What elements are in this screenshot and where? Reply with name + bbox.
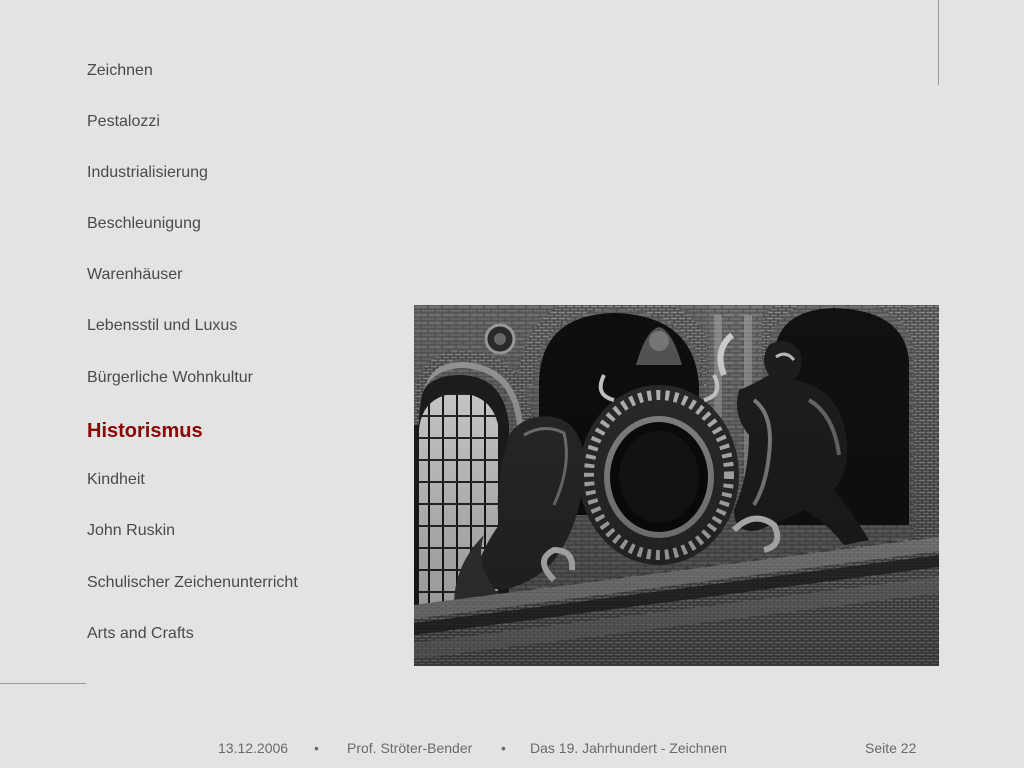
nav-item-pestalozzi[interactable]: Pestalozzi	[87, 112, 160, 132]
top-right-divider	[938, 0, 939, 85]
nav-item-kindheit[interactable]: Kindheit	[87, 470, 145, 490]
nav-item-zeichnen[interactable]: Zeichnen	[87, 61, 153, 81]
nav-item-lebensstil-und-luxus[interactable]: Lebensstil und Luxus	[87, 316, 237, 336]
historism-facade-photo	[414, 305, 939, 666]
footer-separator: •	[501, 740, 506, 756]
nav-item-beschleunigung[interactable]: Beschleunigung	[87, 214, 201, 234]
nav-item-schulischer-zeichenunterricht[interactable]: Schulischer Zeichenunterricht	[87, 573, 298, 593]
footer-date: 13.12.2006	[218, 740, 289, 756]
nav-item-historismus-active[interactable]: Historismus	[87, 419, 203, 443]
footer-separator: •	[314, 740, 319, 756]
nav-item-industrialisierung[interactable]: Industrialisierung	[87, 163, 208, 183]
footer-page-number: Seite 22	[865, 740, 917, 756]
footer-author: Prof. Ströter-Bender	[347, 740, 473, 756]
nav-item-john-ruskin[interactable]: John Ruskin	[87, 521, 175, 541]
nav-item-arts-and-crafts[interactable]: Arts and Crafts	[87, 624, 194, 644]
nav-item-buergerliche-wohnkultur[interactable]: Bürgerliche Wohnkultur	[87, 368, 253, 388]
nav-item-warenhaeuser[interactable]: Warenhäuser	[87, 265, 182, 285]
footer-title: Das 19. Jahrhundert - Zeichnen	[530, 740, 727, 756]
bottom-left-divider	[0, 683, 86, 684]
slide-footer: 13.12.2006 • Prof. Ströter-Bender • Das …	[0, 740, 1024, 756]
